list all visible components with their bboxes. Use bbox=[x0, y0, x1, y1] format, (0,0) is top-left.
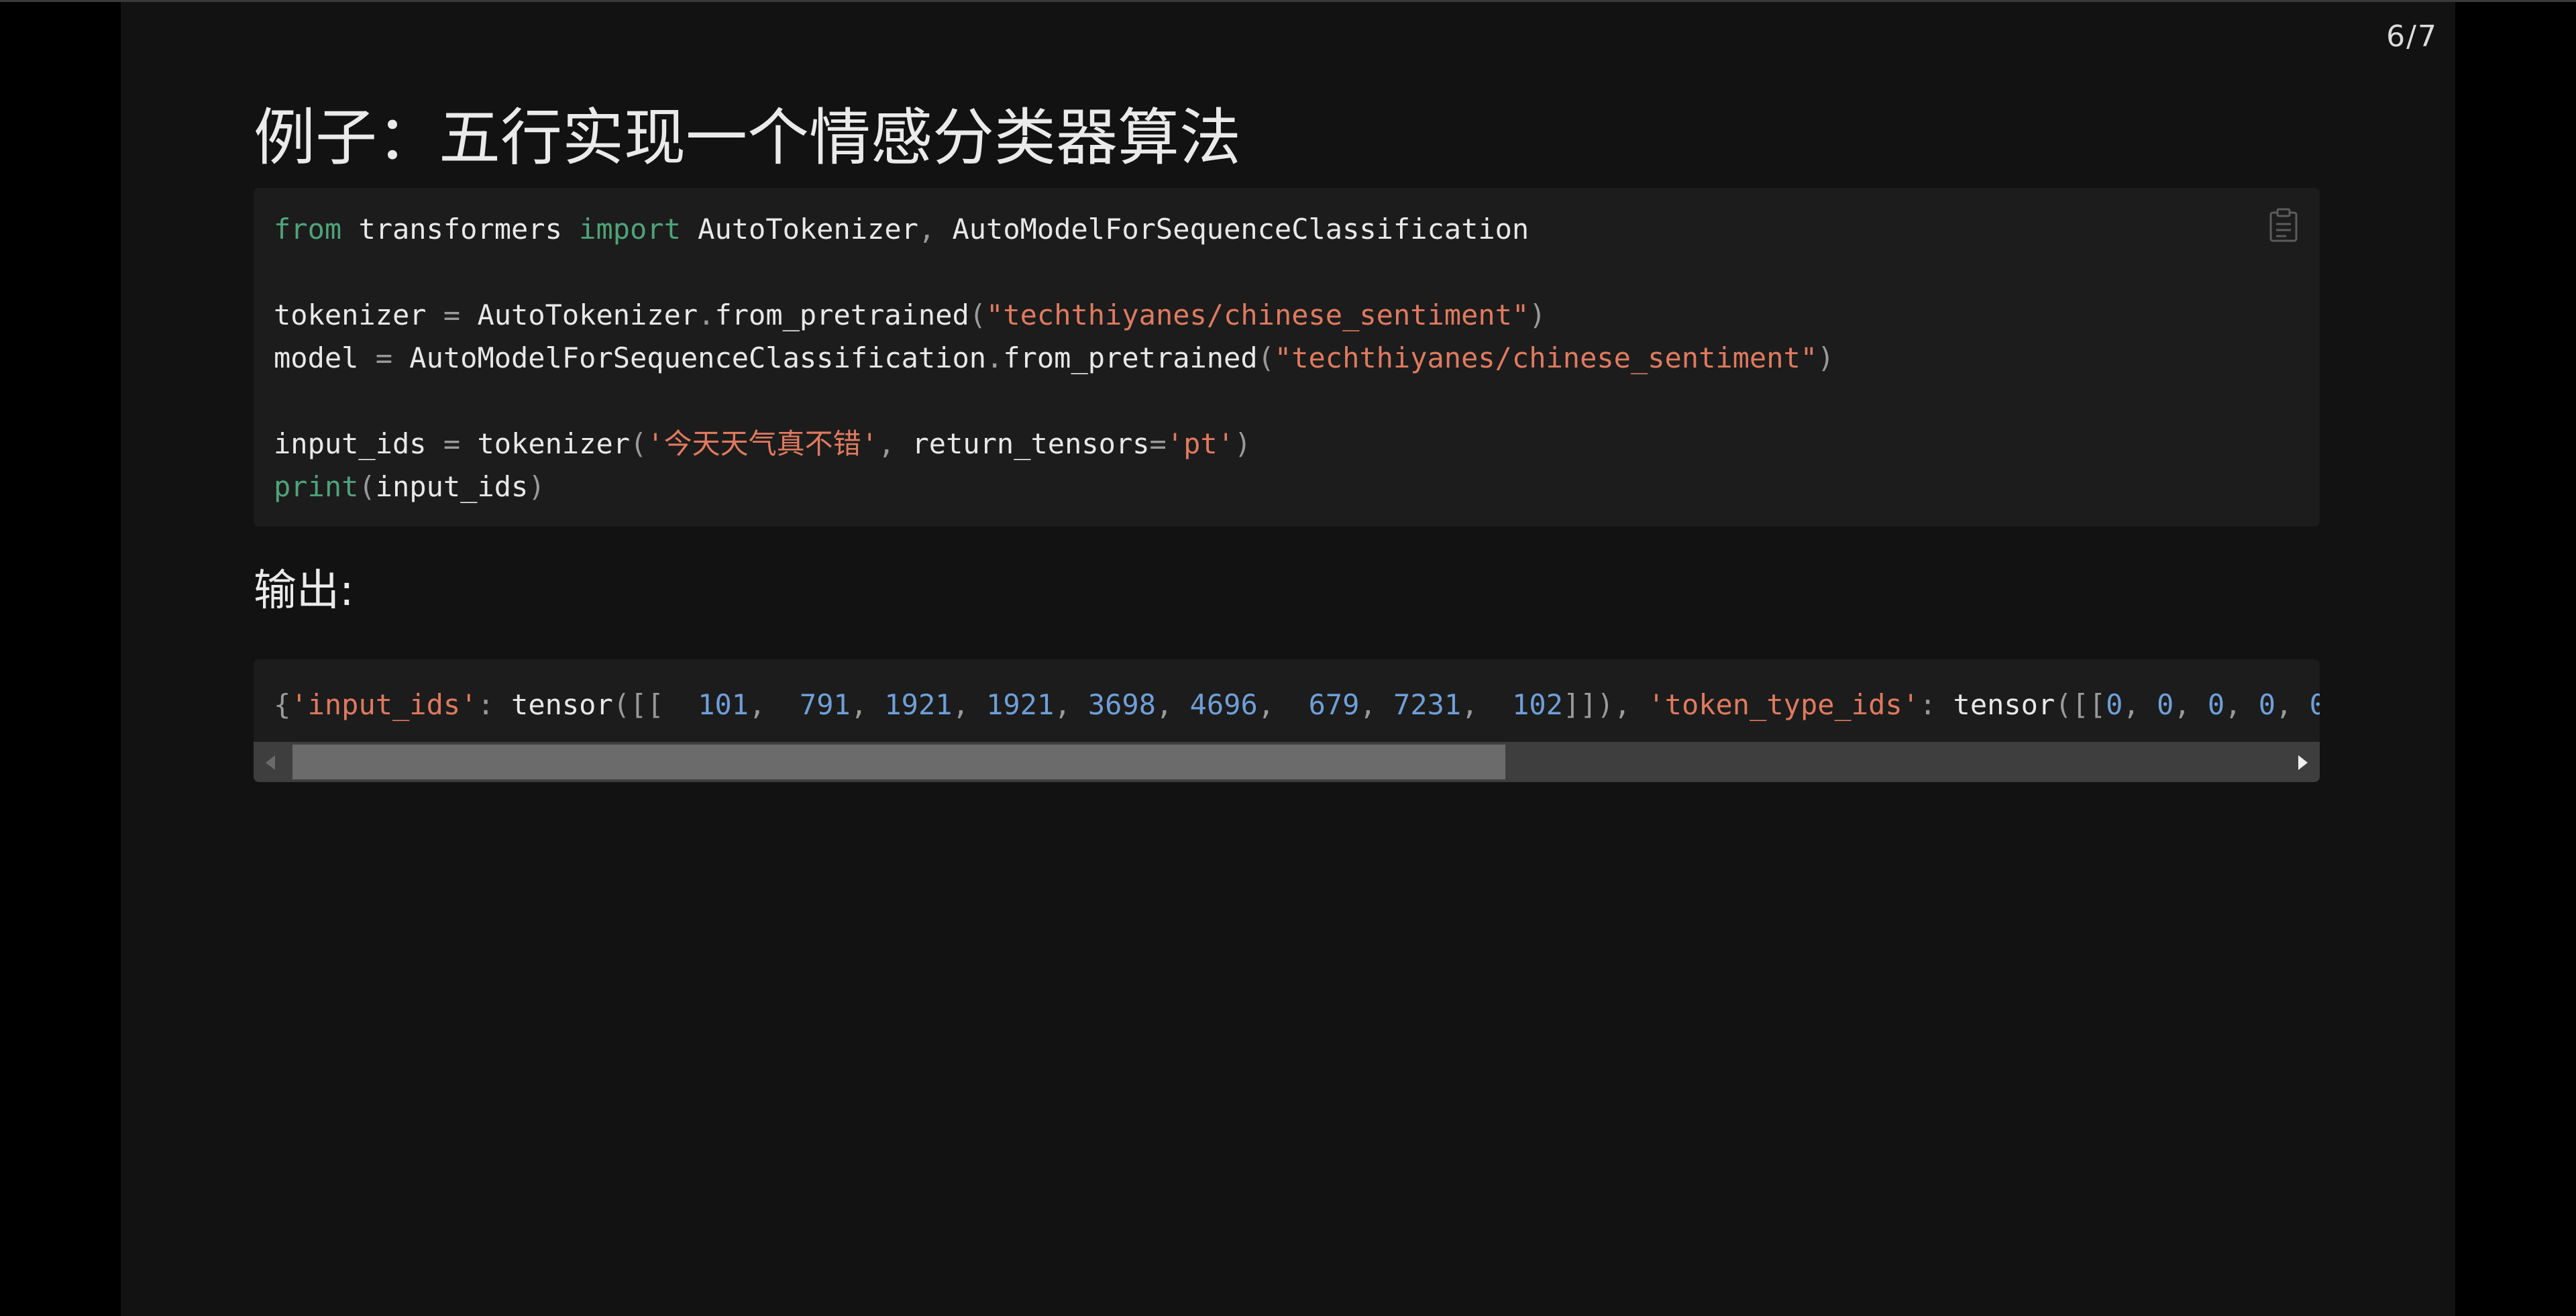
punct-rparen: ) bbox=[528, 470, 545, 503]
output-close-bracket: ]]), bbox=[1562, 688, 1648, 721]
code-line-7: print(input_ids) bbox=[274, 465, 2320, 508]
output-comma: , bbox=[2123, 688, 2157, 721]
output-comma: , bbox=[1359, 688, 1377, 721]
slide-title: 例子：五行实现一个情感分类器算法 bbox=[254, 102, 1242, 174]
var-model: model bbox=[274, 341, 376, 374]
punct-rparen: ) bbox=[1817, 341, 1835, 374]
page-current: 6 bbox=[2386, 19, 2407, 54]
output-colon: : bbox=[477, 688, 512, 721]
output-token-type-id: 0 bbox=[2207, 688, 2225, 721]
output-line: {'input_ids': tensor([[ 101, 791, 1921, … bbox=[274, 683, 2320, 726]
code-line-2-blank bbox=[274, 251, 2320, 294]
code-line-6: input_ids = tokenizer('今天天气真不错', return_… bbox=[274, 423, 2320, 465]
output-comma: , bbox=[1461, 688, 1479, 721]
output-token-id: 3698 bbox=[1071, 688, 1156, 721]
func-call: tokenizer bbox=[460, 427, 631, 460]
output-comma: , bbox=[749, 688, 766, 721]
output-token-id: 1921 bbox=[969, 688, 1055, 721]
output-token-id: 102 bbox=[1478, 688, 1563, 721]
output-open-bracket: ([[ bbox=[2055, 688, 2106, 721]
page-total: 7 bbox=[2418, 19, 2438, 54]
scrollbar-thumb[interactable] bbox=[292, 745, 1505, 779]
keyword-from: from bbox=[274, 213, 342, 245]
output-label: 输出: bbox=[254, 566, 354, 616]
output-block[interactable]: {'input_ids': tensor([[ 101, 791, 1921, … bbox=[254, 659, 2320, 782]
output-tensor-fn: tensor bbox=[1953, 688, 2055, 721]
code-line-5-blank bbox=[274, 380, 2320, 423]
horizontal-scrollbar[interactable] bbox=[254, 742, 2320, 782]
output-token-type-id: 0 bbox=[2106, 688, 2123, 721]
string-arg: "techthiyanes/chinese_sentiment" bbox=[1274, 341, 1818, 374]
output-comma: , bbox=[1156, 688, 1173, 721]
output-token-type-id: 0 bbox=[2258, 688, 2276, 721]
method-name: from_pretrained bbox=[714, 298, 969, 331]
punct-comma: , bbox=[918, 213, 936, 245]
output-comma: , bbox=[1257, 688, 1275, 721]
code-line-1: from transformers import AutoTokenizer, … bbox=[274, 208, 2320, 251]
punct-dot: . bbox=[698, 298, 715, 331]
output-comma: , bbox=[1054, 688, 1071, 721]
punct-eq: = bbox=[443, 298, 461, 331]
kwarg-name: return_tensors bbox=[895, 427, 1150, 460]
output-key-input-ids: 'input_ids' bbox=[290, 688, 478, 721]
output-token-id: 4696 bbox=[1173, 688, 1258, 721]
punct-comma: , bbox=[877, 427, 896, 460]
punct-eq: = bbox=[443, 427, 461, 460]
punct-eq: = bbox=[1149, 427, 1167, 460]
import-name-2: AutoModelForSequenceClassification bbox=[935, 213, 1529, 245]
scroll-left-arrow-icon[interactable] bbox=[266, 755, 275, 770]
output-colon: : bbox=[1919, 688, 1953, 721]
string-arg: 'pt' bbox=[1166, 427, 1234, 460]
clipboard-icon[interactable] bbox=[2269, 208, 2298, 243]
punct-lparen: ( bbox=[969, 298, 987, 331]
output-comma: , bbox=[952, 688, 969, 721]
output-comma: , bbox=[2174, 688, 2208, 721]
class-call: AutoModelForSequenceClassification bbox=[392, 341, 987, 374]
string-arg: '今天天气真不错' bbox=[647, 427, 878, 460]
output-comma: , bbox=[2224, 688, 2259, 721]
output-token-id: 791 bbox=[765, 688, 851, 721]
code-line-3: tokenizer = AutoTokenizer.from_pretraine… bbox=[274, 294, 2320, 337]
builtin-print: print bbox=[274, 470, 359, 503]
var-tokenizer: tokenizer bbox=[274, 298, 443, 331]
output-open-bracket: ([[ bbox=[612, 688, 681, 721]
output-token-id: 679 bbox=[1275, 688, 1360, 721]
output-brace: { bbox=[274, 688, 291, 721]
page-counter: 6/7 bbox=[2386, 19, 2438, 54]
punct-lparen: ( bbox=[630, 427, 647, 460]
output-token-id: 1921 bbox=[867, 688, 953, 721]
punct-lparen: ( bbox=[1257, 341, 1275, 374]
output-comma: , bbox=[2275, 688, 2310, 721]
punct-eq: = bbox=[375, 341, 393, 374]
string-arg: "techthiyanes/chinese_sentiment" bbox=[986, 298, 1529, 331]
var-input-ids: input_ids bbox=[274, 427, 443, 460]
output-tensor-fn: tensor bbox=[511, 688, 613, 721]
method-name: from_pretrained bbox=[1003, 341, 1258, 374]
print-arg: input_ids bbox=[375, 470, 529, 503]
punct-lparen: ( bbox=[358, 470, 376, 503]
import-name-1: AutoTokenizer bbox=[680, 213, 918, 245]
module-name: transformers bbox=[341, 213, 580, 245]
output-token-type-id: 0 bbox=[2309, 688, 2320, 721]
output-token-type-id: 0 bbox=[2156, 688, 2174, 721]
slide: 6/7 例子：五行实现一个情感分类器算法 from transformers i… bbox=[121, 2, 2455, 1316]
output-token-id: 101 bbox=[680, 688, 749, 721]
code-line-4: model = AutoModelForSequenceClassificati… bbox=[274, 337, 2320, 380]
punct-rparen: ) bbox=[1529, 298, 1546, 331]
output-zeros: 0, 0, 0, 0, 0 bbox=[2106, 688, 2320, 721]
output-comma: , bbox=[850, 688, 868, 721]
class-call: AutoTokenizer bbox=[460, 298, 698, 331]
output-key-token-type-ids: 'token_type_ids' bbox=[1648, 688, 1919, 721]
page-separator: / bbox=[2406, 19, 2418, 54]
punct-dot: . bbox=[986, 341, 1004, 374]
output-ids: 101, 791, 1921, 1921, 3698, 4696, 679, 7… bbox=[681, 688, 1563, 721]
punct-rparen: ) bbox=[1234, 427, 1252, 460]
code-block[interactable]: from transformers import AutoTokenizer, … bbox=[254, 188, 2320, 527]
scroll-right-arrow-icon[interactable] bbox=[2298, 755, 2308, 770]
keyword-import: import bbox=[579, 213, 681, 245]
output-token-id: 7231 bbox=[1376, 688, 1462, 721]
